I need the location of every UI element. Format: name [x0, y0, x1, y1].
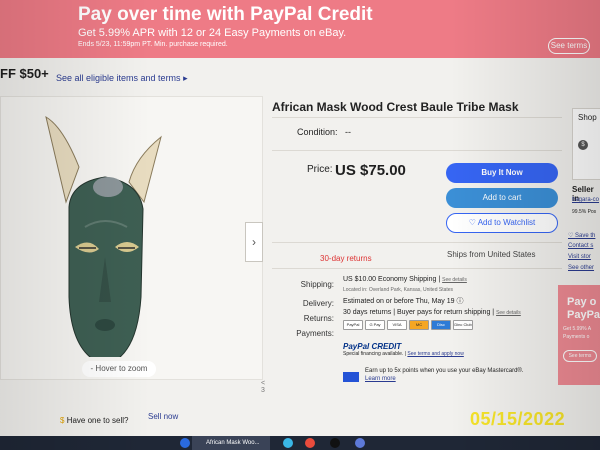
- taskbar: [0, 436, 600, 450]
- dollar-icon: $: [60, 416, 65, 425]
- payments-label: Payments:: [296, 329, 334, 338]
- mask-image[interactable]: [41, 97, 171, 366]
- buy-it-now-button[interactable]: Buy It Now: [446, 163, 558, 183]
- save-seller-label: Save th: [575, 233, 596, 239]
- divider: [272, 242, 562, 243]
- paypal-credit-banner[interactable]: Pay over time with PayPal Credit Get 5.9…: [0, 0, 600, 58]
- contact-seller-link[interactable]: Contact s: [568, 243, 593, 249]
- eligible-items-link[interactable]: See all eligible items and terms ▸: [56, 73, 188, 84]
- seller-name-link[interactable]: bagara-co: [572, 197, 599, 203]
- item-title: African Mask Wood Crest Baule Tribe Mask: [272, 100, 519, 114]
- add-to-cart-button[interactable]: Add to cart: [446, 188, 558, 208]
- paypal-card-icon: PayPal: [343, 320, 363, 330]
- eligible-items-label: See all eligible items and terms: [56, 73, 181, 83]
- side-paypal-title: Pay o PayPa: [567, 296, 600, 321]
- ships-from-highlight: Ships from United States: [447, 250, 536, 259]
- shop-label: Shop: [578, 113, 597, 122]
- condition-label: Condition:: [297, 127, 338, 137]
- hover-to-zoom-hint: - Hover to zoom: [82, 361, 156, 377]
- returns-highlight: 30-day returns: [320, 254, 372, 263]
- taskbar-browser-item[interactable]: African Mask Woo...: [192, 436, 270, 450]
- earn-points-text: Earn up to 5x points when you use your e…: [365, 368, 524, 374]
- app-icon[interactable]: [355, 438, 365, 448]
- add-to-watchlist-button[interactable]: ♡ Add to Watchlist: [446, 213, 558, 233]
- chevron-right-icon: ›: [252, 235, 256, 249]
- mastercard-card-icon: MC: [409, 320, 429, 330]
- price-label: Price:: [307, 164, 333, 175]
- chrome-icon[interactable]: [305, 438, 315, 448]
- shipping-value: US $10.00 Economy Shipping | See details: [343, 276, 467, 283]
- divider: [272, 268, 562, 269]
- returns-value: 30 days returns | Buyer pays for return …: [343, 309, 521, 316]
- google-pay-card-icon: G Pay: [365, 320, 385, 330]
- returns-policy: 30 days returns | Buyer pays for return …: [343, 309, 495, 316]
- save-seller-link[interactable]: ♡ Save th: [568, 232, 595, 239]
- visit-store-link[interactable]: Visit stor: [568, 254, 591, 260]
- banner-fineprint: Ends 5/23, 11:59pm PT. Min. purchase req…: [78, 41, 228, 48]
- date-stamp: 05/15/2022: [470, 409, 566, 429]
- shipping-details-link[interactable]: See details: [442, 277, 467, 283]
- shipping-cost: US $10.00 Economy Shipping |: [343, 276, 441, 283]
- ebay-listing-screen: Pay over time with PayPal Credit Get 5.9…: [0, 0, 600, 450]
- payment-methods: PayPal G Pay VISA MC Disc Dinc Club: [343, 320, 473, 330]
- see-other-items-link[interactable]: See other: [568, 265, 594, 271]
- item-location: Located in: Overland Park, Kansas, Unite…: [343, 287, 454, 293]
- edge-icon[interactable]: [283, 438, 293, 448]
- divider: [272, 150, 562, 151]
- sell-now-link[interactable]: Sell now: [148, 412, 178, 421]
- side-paypal-subtitle: Get 5.99% A Payments o: [563, 326, 591, 340]
- discover-card-icon: Disc: [431, 320, 451, 330]
- credit-sub-label: Special financing available. |: [343, 351, 407, 357]
- credit-apply-link[interactable]: See terms and apply now: [407, 351, 463, 357]
- image-gallery[interactable]: < 3: [0, 96, 265, 394]
- delivery-value: Estimated on or before Thu, May 19 ⓘ: [343, 296, 464, 306]
- returns-details-link[interactable]: See details: [496, 310, 521, 316]
- side-see-terms-button[interactable]: See terms: [563, 350, 597, 362]
- credit-subtext: Special financing available. | See terms…: [343, 351, 464, 357]
- windows-icon[interactable]: [180, 438, 190, 448]
- learn-more-link[interactable]: Learn more: [365, 376, 396, 382]
- returns-label: Returns:: [303, 314, 334, 323]
- price-value: US $75.00: [335, 162, 406, 179]
- shipping-label: Shipping:: [300, 280, 334, 289]
- delivery-label: Delivery:: [302, 299, 334, 308]
- diners-club-card-icon: Dinc Club: [453, 320, 473, 330]
- visa-card-icon: VISA: [387, 320, 407, 330]
- gallery-next-button[interactable]: ›: [245, 222, 263, 262]
- gallery-counter: < 3: [261, 380, 266, 394]
- paypal-credit-logo: PayPal CREDIT: [343, 342, 402, 351]
- shop-coin-icon: $: [578, 140, 588, 150]
- promo-text: FF $50+: [0, 66, 49, 81]
- condition-value: --: [345, 127, 351, 137]
- info-icon[interactable]: ⓘ: [457, 298, 464, 305]
- banner-title: Pay over time with PayPal Credit: [78, 4, 373, 25]
- seller-feedback: 99.5% Pos: [572, 209, 597, 215]
- divider: [272, 117, 562, 118]
- have-one-to-sell: $ Have one to sell?: [60, 416, 129, 425]
- mastercard-icon: [343, 372, 359, 382]
- banner-subtitle: Get 5.99% APR with 12 or 24 Easy Payment…: [78, 27, 347, 39]
- delivery-estimate: Estimated on or before Thu, May 19: [343, 298, 455, 305]
- tiktok-icon[interactable]: [330, 438, 340, 448]
- see-terms-button[interactable]: See terms: [548, 38, 590, 54]
- have-one-to-sell-label: Have one to sell?: [66, 416, 129, 425]
